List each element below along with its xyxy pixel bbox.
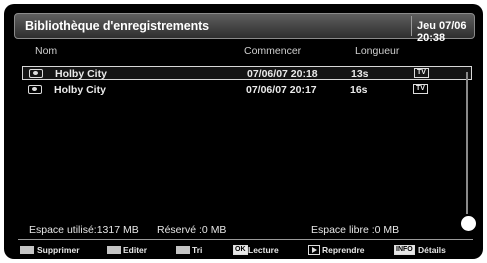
- recording-library-screen: Bibliothèque d'enregistrements Jeu 07/06…: [4, 4, 483, 259]
- free-space: Espace libre :0 MB: [311, 224, 400, 236]
- play-key-icon[interactable]: [308, 245, 320, 255]
- recording-start: 07/06/07 20:17: [246, 84, 317, 96]
- column-header-name[interactable]: Nom: [35, 45, 57, 57]
- screen-title: Bibliothèque d'enregistrements: [25, 19, 210, 33]
- delete-label[interactable]: Supprimer: [37, 245, 80, 255]
- title-bar: Bibliothèque d'enregistrements Jeu 07/06…: [14, 13, 475, 44]
- recording-length: 16s: [350, 84, 368, 96]
- title-separator: [411, 16, 412, 36]
- reserved-space: Réservé :0 MB: [157, 224, 227, 236]
- recording-icon: [28, 85, 42, 94]
- play-label[interactable]: Lecture: [248, 245, 279, 255]
- recording-title: Holby City: [54, 84, 106, 96]
- yellow-key-icon[interactable]: [176, 246, 190, 254]
- resume-label[interactable]: Reprendre: [322, 245, 365, 255]
- tv-badge-icon: TV: [414, 68, 429, 78]
- column-header-start[interactable]: Commencer: [244, 45, 301, 57]
- info-key-icon[interactable]: INFO: [394, 245, 415, 255]
- scrollbar-track[interactable]: [466, 72, 468, 214]
- sort-label[interactable]: Tri: [192, 245, 202, 255]
- key-legend: Supprimer Editer Tri OK Lecture Reprendr…: [4, 245, 483, 257]
- recording-row-selected[interactable]: Holby City 07/06/07 20:18 13s TV: [22, 66, 472, 80]
- red-key-icon[interactable]: [20, 246, 34, 254]
- used-space: Espace utilisé:1317 MB: [29, 224, 139, 236]
- recording-start: 07/06/07 20:18: [247, 68, 318, 80]
- footer-divider: [18, 239, 473, 240]
- scrollbar-thumb[interactable]: [461, 216, 476, 231]
- edit-label[interactable]: Editer: [123, 245, 147, 255]
- tv-badge-icon: TV: [413, 84, 428, 94]
- green-key-icon[interactable]: [107, 246, 121, 254]
- column-header-length[interactable]: Longueur: [355, 45, 399, 57]
- details-label[interactable]: Détails: [418, 245, 446, 255]
- recording-length: 13s: [351, 68, 369, 80]
- ok-key-icon[interactable]: OK: [233, 245, 248, 255]
- recording-icon: [29, 69, 43, 78]
- recording-row[interactable]: Holby City 07/06/07 20:17 16s TV: [22, 83, 472, 97]
- recording-title: Holby City: [55, 68, 107, 80]
- date-time: Jeu 07/06 20:38: [417, 20, 467, 44]
